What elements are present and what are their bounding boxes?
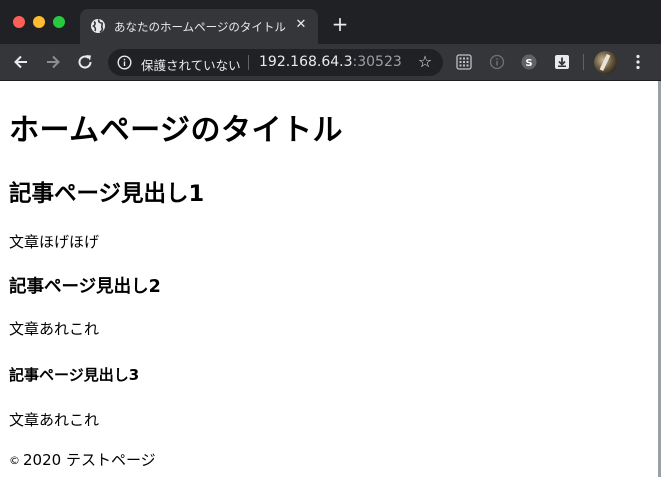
page-content: ホームページのタイトル 記事ページ見出し1 文章ほげほげ 記事ページ見出し2 文… [0, 81, 658, 477]
copyright-symbol: © [9, 454, 20, 467]
browser-window: あなたのホームページのタイトル ✕ + 保護されていない 192.168.64.… [0, 0, 661, 477]
close-window-button[interactable] [13, 16, 25, 28]
menu-dots-icon[interactable] [630, 52, 646, 72]
tab-active[interactable]: あなたのホームページのタイトル ✕ [80, 9, 318, 44]
article-paragraph-3: 文章あれこれ [9, 411, 100, 429]
article-paragraph-2: 文章あれこれ [9, 320, 100, 338]
info-icon[interactable] [117, 55, 132, 70]
footer-text: 2020 テストページ [23, 451, 156, 469]
back-arrow-icon[interactable] [11, 52, 31, 72]
profile-avatar[interactable] [594, 51, 617, 74]
close-icon[interactable]: ✕ [292, 16, 310, 34]
omnibox-divider [248, 55, 249, 70]
reload-icon[interactable] [75, 52, 95, 72]
article-heading-3: 記事ページ見出し3 [9, 366, 140, 384]
download-extension-icon[interactable] [553, 53, 571, 71]
globe-icon [90, 18, 106, 34]
svg-text:S: S [525, 58, 532, 69]
footer: © 2020 テストページ [9, 449, 156, 470]
security-label: 保護されていない [141, 58, 241, 73]
browser-toolbar: 保護されていない 192.168.64.3:30523 ☆ S [0, 44, 661, 81]
article-paragraph-1: 文章ほげほげ [9, 233, 100, 251]
tab-title: あなたのホームページのタイトル [114, 20, 286, 34]
tab-strip: あなたのホームページのタイトル ✕ + [0, 0, 661, 44]
url-text[interactable]: 192.168.64.3:30523 [259, 54, 402, 70]
page-title: ホームページのタイトル [9, 113, 343, 148]
article-heading-2: 記事ページ見出し2 [9, 277, 161, 297]
url-host: 192.168.64.3 [259, 54, 353, 70]
article-heading-1: 記事ページ見出し1 [9, 181, 205, 207]
minimize-window-button[interactable] [33, 16, 45, 28]
info-extension-icon[interactable] [488, 53, 506, 71]
new-tab-button[interactable]: + [330, 14, 350, 34]
zoom-window-button[interactable] [53, 16, 65, 28]
toolbar-divider [583, 54, 584, 70]
forward-arrow-icon[interactable] [43, 52, 63, 72]
url-port: :30523 [352, 54, 402, 70]
grid-extension-icon[interactable] [455, 53, 473, 71]
address-bar[interactable]: 保護されていない 192.168.64.3:30523 ☆ [108, 49, 443, 76]
star-icon[interactable]: ☆ [416, 53, 434, 71]
s-extension-icon[interactable]: S [520, 53, 538, 71]
